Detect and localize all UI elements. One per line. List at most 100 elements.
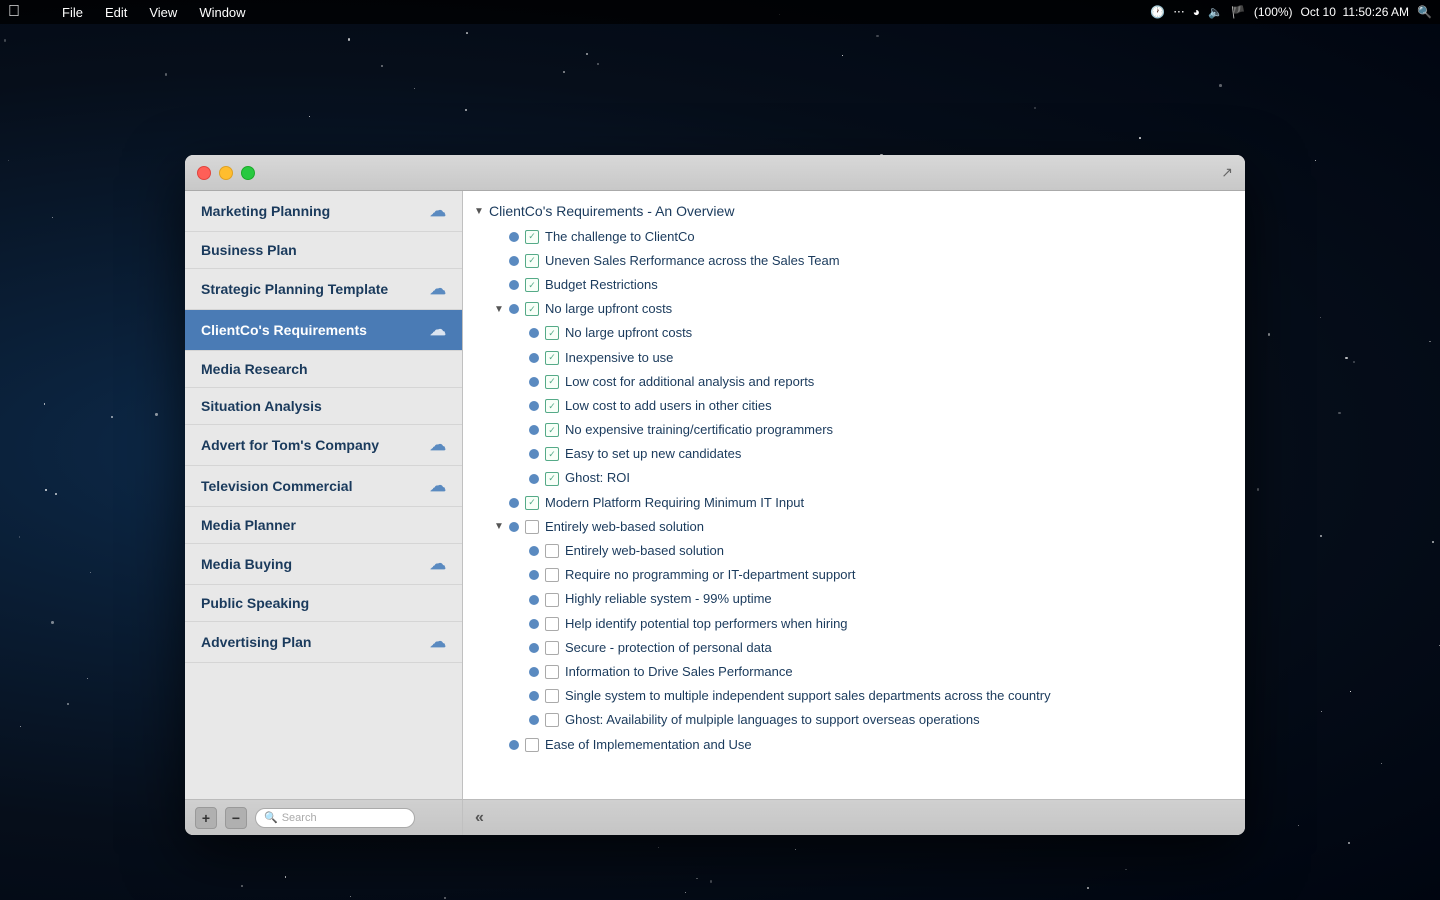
sidebar-item-label: Advertising Plan <box>201 634 311 650</box>
main-area: Marketing Planning☁Business PlanStrategi… <box>185 191 1245 799</box>
flag-icon: 🏴 <box>1231 5 1246 19</box>
menubar:  File Edit View Window 🕐 ⋅⋅⋅ ◕ 🔈 🏴 (100… <box>0 0 1440 24</box>
outline-item-text: Low cost for additional analysis and rep… <box>565 373 814 391</box>
title-bar: ↗ <box>185 155 1245 191</box>
sidebar-item[interactable]: Strategic Planning Template☁ <box>185 269 462 310</box>
checkbox[interactable] <box>525 302 539 316</box>
checkbox[interactable] <box>545 326 559 340</box>
checkbox[interactable] <box>525 278 539 292</box>
sidebar-item[interactable]: ClientCo's Requirements☁ <box>185 310 462 351</box>
search-icon-small: 🔍 <box>264 811 278 824</box>
sidebar-item[interactable]: Public Speaking <box>185 585 462 622</box>
outline-item: ▼ Entirely web-based solution <box>463 515 1245 539</box>
outline-item-text: Entirely web-based solution <box>545 518 704 536</box>
sidebar-item[interactable]: Media Planner <box>185 507 462 544</box>
expand-icon[interactable]: ↗ <box>1221 164 1233 181</box>
outline-item: Low cost to add users in other cities <box>463 394 1245 418</box>
outline-item-text: Inexpensive to use <box>565 349 673 367</box>
checkbox[interactable] <box>525 520 539 534</box>
checkbox[interactable] <box>545 665 559 679</box>
outline-item: Easy to set up new candidates <box>463 442 1245 466</box>
sidebar-item-label: Television Commercial <box>201 478 352 494</box>
checkbox[interactable] <box>545 544 559 558</box>
checkbox[interactable] <box>545 423 559 437</box>
checkbox[interactable] <box>545 472 559 486</box>
content-bottom-bar: « <box>463 799 1245 835</box>
maximize-button[interactable] <box>241 166 255 180</box>
search-input[interactable]: 🔍 Search <box>255 808 415 828</box>
bullet-dot <box>509 522 519 532</box>
checkbox[interactable] <box>545 568 559 582</box>
apple-logo-icon[interactable]:  <box>8 3 20 21</box>
bullet-dot <box>529 643 539 653</box>
menu-view[interactable]: View <box>145 5 181 20</box>
checkbox[interactable] <box>545 593 559 607</box>
search-placeholder: Search <box>282 812 317 824</box>
sidebar-item[interactable]: Television Commercial☁ <box>185 466 462 507</box>
checkbox[interactable] <box>545 447 559 461</box>
sync-icon: ☁ <box>430 201 446 221</box>
sidebar-item-label: Strategic Planning Template <box>201 281 388 297</box>
checkbox[interactable] <box>525 496 539 510</box>
checkbox[interactable] <box>525 254 539 268</box>
checkbox[interactable] <box>545 641 559 655</box>
search-icon[interactable]: 🔍 <box>1417 5 1432 19</box>
bullet-dot <box>529 377 539 387</box>
checkbox[interactable] <box>545 713 559 727</box>
checkbox[interactable] <box>525 738 539 752</box>
bullet-dot <box>529 619 539 629</box>
sidebar-item[interactable]: Media Research <box>185 351 462 388</box>
sidebar-item[interactable]: Advert for Tom's Company☁ <box>185 425 462 466</box>
sidebar-item-label: Public Speaking <box>201 595 309 611</box>
toggle-button[interactable]: ▼ <box>471 204 487 220</box>
sidebar-item[interactable]: Business Plan <box>185 232 462 269</box>
checkbox[interactable] <box>525 230 539 244</box>
sync-icon: ☁ <box>430 632 446 652</box>
bullet-dot <box>509 280 519 290</box>
menu-edit[interactable]: Edit <box>101 5 131 20</box>
checkbox[interactable] <box>545 375 559 389</box>
bluetooth-icon: ⋅⋅⋅ <box>1173 5 1184 19</box>
outline-item-text: Low cost to add users in other cities <box>565 397 772 415</box>
minimize-button[interactable] <box>219 166 233 180</box>
checkbox[interactable] <box>545 689 559 703</box>
checkbox[interactable] <box>545 399 559 413</box>
bullet-dot <box>529 474 539 484</box>
add-item-button[interactable]: + <box>195 807 217 829</box>
outline-item-text: Easy to set up new candidates <box>565 445 741 463</box>
bullet-dot <box>529 667 539 677</box>
bullet-dot <box>529 570 539 580</box>
sidebar: Marketing Planning☁Business PlanStrategi… <box>185 191 463 799</box>
outline-item: Highly reliable system - 99% uptime <box>463 587 1245 611</box>
menubar-right: 🕐 ⋅⋅⋅ ◕ 🔈 🏴 (100%) Oct 10 11:50:26 AM 🔍 <box>1150 5 1432 19</box>
content-area: ▼ClientCo's Requirements - An OverviewTh… <box>463 191 1245 799</box>
bullet-dot <box>529 546 539 556</box>
datetime: Oct 10 11:50:26 AM <box>1301 5 1410 19</box>
outline-item-text: ClientCo's Requirements - An Overview <box>489 202 734 222</box>
outline-item: Help identify potential top performers w… <box>463 612 1245 636</box>
menu-window[interactable]: Window <box>195 5 249 20</box>
remove-item-button[interactable]: − <box>225 807 247 829</box>
app-window: ↗ Marketing Planning☁Business PlanStrate… <box>185 155 1245 835</box>
outline-item: The challenge to ClientCo <box>463 225 1245 249</box>
outline-item: Ghost: ROI <box>463 466 1245 490</box>
sidebar-item-label: Media Buying <box>201 556 292 572</box>
sidebar-item[interactable]: Media Buying☁ <box>185 544 462 585</box>
checkbox[interactable] <box>545 617 559 631</box>
toggle-button[interactable]: ▼ <box>491 301 507 317</box>
sidebar-item[interactable]: Advertising Plan ☁ <box>185 622 462 663</box>
outline-item: No large upfront costs <box>463 321 1245 345</box>
close-button[interactable] <box>197 166 211 180</box>
collapse-sidebar-button[interactable]: « <box>475 809 484 827</box>
outline-item-text: Secure - protection of personal data <box>565 639 772 657</box>
sidebar-item[interactable]: Marketing Planning☁ <box>185 191 462 232</box>
toggle-button[interactable]: ▼ <box>491 519 507 535</box>
outline-item-text: Modern Platform Requiring Minimum IT Inp… <box>545 494 804 512</box>
outline-item-text: Ease of Implemementation and Use <box>545 736 752 754</box>
bullet-dot <box>529 353 539 363</box>
outline-item: Ease of Implemementation and Use <box>463 733 1245 757</box>
checkbox[interactable] <box>545 351 559 365</box>
sidebar-item[interactable]: Situation Analysis <box>185 388 462 425</box>
bullet-dot <box>509 740 519 750</box>
menu-file[interactable]: File <box>58 5 87 20</box>
